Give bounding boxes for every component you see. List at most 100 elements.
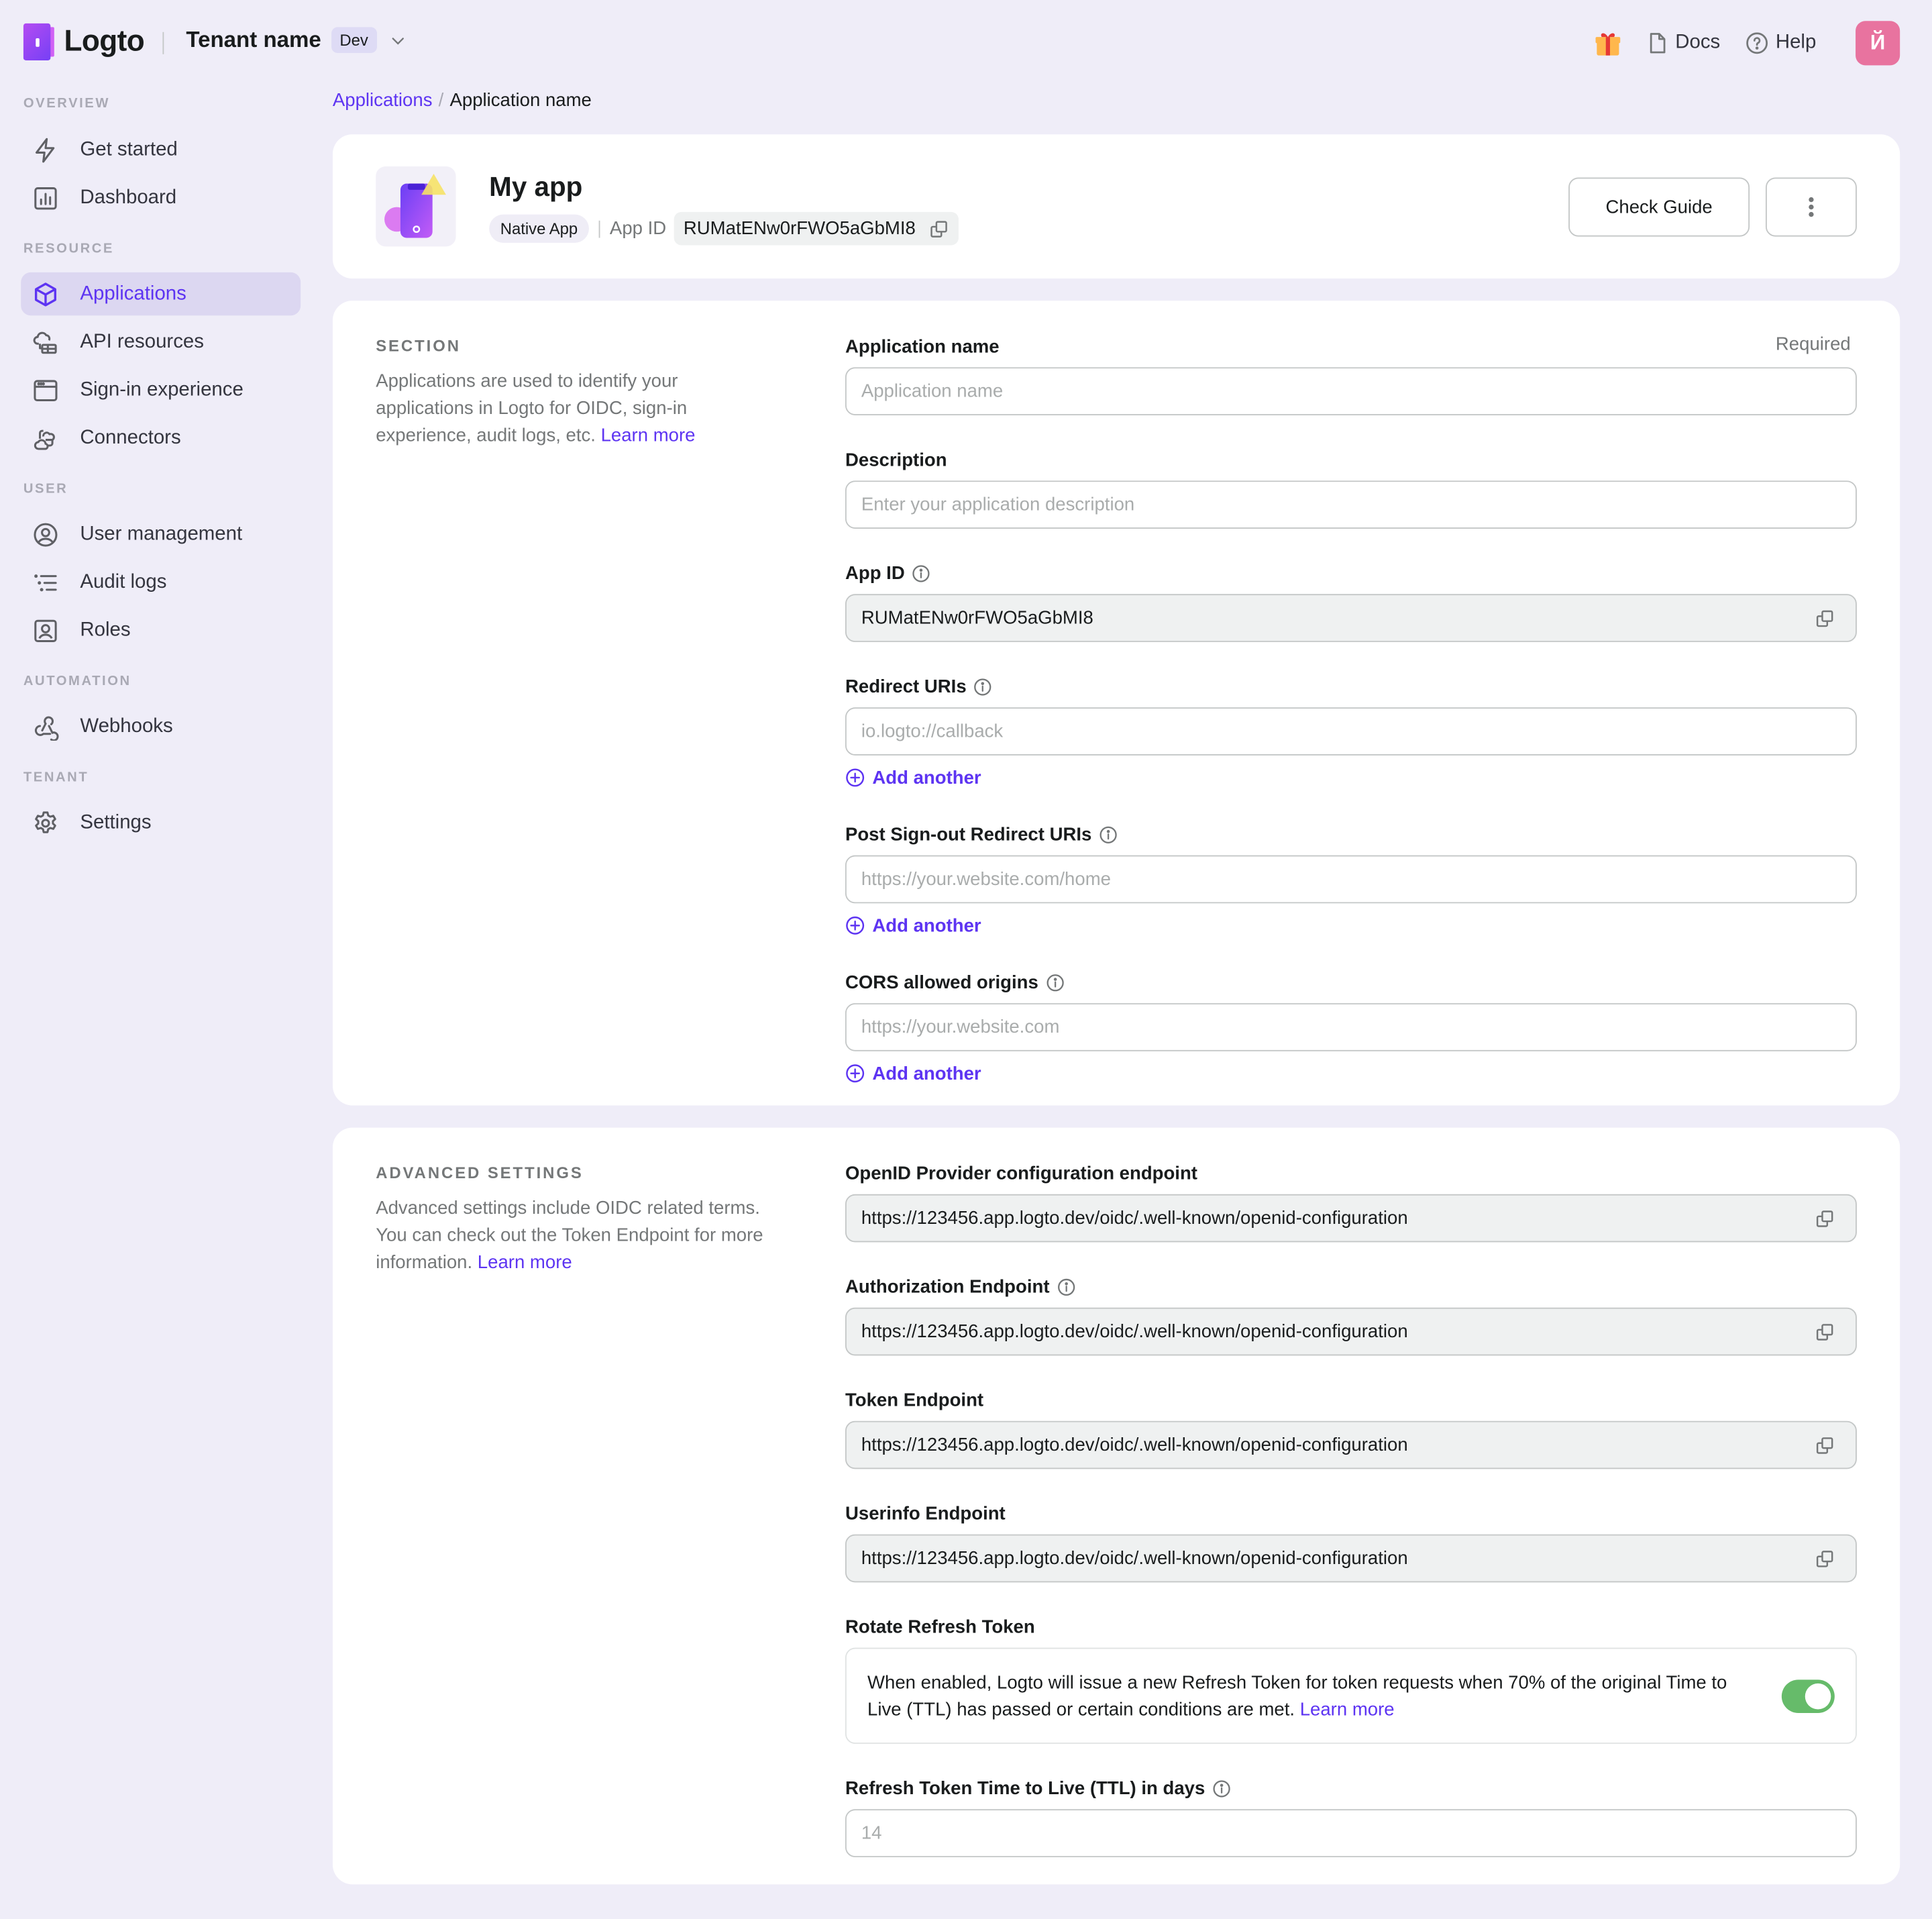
add-another-label: Add another [872, 767, 981, 788]
field-label-row: Redirect URIs [845, 674, 1857, 699]
info-icon[interactable] [1212, 1779, 1231, 1798]
sidebar-item-label: Dashboard [80, 187, 177, 208]
field-label: Application name [845, 335, 1000, 357]
description-input[interactable]: Enter your application description [845, 480, 1857, 529]
sidebar-item-settings[interactable]: Settings [21, 801, 301, 844]
info-icon[interactable] [1099, 825, 1118, 844]
app-root: Logto Tenant name Dev Docs Help Й OVERVI… [0, 0, 1932, 1918]
more-vertical-icon [1809, 197, 1814, 217]
copy-icon[interactable] [1815, 1549, 1834, 1568]
plus-circle-icon [846, 916, 865, 935]
sidebar-item-applications[interactable]: Applications [21, 272, 301, 316]
token-endpoint-field[interactable]: https://123456.app.logto.dev/oidc/.well-… [845, 1420, 1857, 1469]
info-icon[interactable] [912, 564, 931, 582]
section-title: SECTION [376, 336, 461, 355]
settings-section-info: SECTION Applications are used to identif… [376, 336, 770, 450]
sidebar-item-sign-in-experience[interactable]: Sign-in experience [21, 368, 301, 411]
docs-label: Docs [1675, 32, 1721, 53]
app-id-value: RUMatENw0rFWO5aGbMI8 [861, 607, 1093, 629]
field-label: App ID [845, 562, 905, 584]
copy-icon[interactable] [1815, 1435, 1834, 1455]
app-name-input[interactable]: Application name [845, 367, 1857, 415]
divider [598, 219, 600, 238]
sidebar-item-user-management[interactable]: User management [21, 513, 301, 556]
tenant-selector[interactable]: Tenant name Dev [186, 27, 406, 53]
main-content: Applications / Application name My app N… [332, 84, 1900, 1885]
cors-origin-input[interactable]: https://your.website.com [845, 1003, 1857, 1051]
userinfo-endpoint-field[interactable]: https://123456.app.logto.dev/oidc/.well-… [845, 1534, 1857, 1583]
logto-logo-icon [22, 23, 54, 60]
info-icon[interactable] [1046, 973, 1065, 992]
sidebar-item-webhooks[interactable]: Webhooks [21, 705, 301, 748]
sidebar-item-audit-logs[interactable]: Audit logs [21, 561, 301, 604]
redirect-uri-input[interactable]: io.logto://callback [845, 707, 1857, 756]
sidebar-item-label: Connectors [80, 427, 181, 448]
field-app-id: App ID RUMatENw0rFWO5aGbMI8 [845, 561, 1857, 642]
openid-config-field[interactable]: https://123456.app.logto.dev/oidc/.well-… [845, 1194, 1857, 1243]
connectors-icon [34, 429, 55, 450]
field-label-row: App ID [845, 561, 1857, 586]
sidebar-item-roles[interactable]: Roles [21, 609, 301, 652]
field-cors-origins: CORS allowed origins https://your.websit… [845, 970, 1857, 1084]
sidebar-item-api-resources[interactable]: API resources [21, 321, 301, 364]
breadcrumb-applications-link[interactable]: Applications [333, 89, 433, 110]
info-icon[interactable] [1057, 1278, 1076, 1296]
field-token-endpoint: Token Endpoint https://123456.app.logto.… [845, 1388, 1857, 1469]
plus-circle-icon [846, 1064, 865, 1083]
nav-group-automation: AUTOMATION [23, 674, 131, 689]
sidebar-item-get-started[interactable]: Get started [21, 128, 301, 171]
add-cors-origin-button[interactable]: Add another [845, 1062, 1857, 1084]
sidebar-item-connectors[interactable]: Connectors [21, 417, 301, 460]
list-icon [34, 574, 57, 591]
endpoint-value: https://123456.app.logto.dev/oidc/.well-… [861, 1434, 1408, 1456]
info-icon[interactable] [974, 677, 993, 696]
post-signout-uri-input[interactable]: https://your.website.com/home [845, 855, 1857, 904]
field-label: OpenID Provider configuration endpoint [845, 1162, 1197, 1184]
sidebar-item-dashboard[interactable]: Dashboard [21, 176, 301, 219]
rotate-refresh-toggle[interactable] [1781, 1679, 1835, 1714]
learn-more-link[interactable]: Learn more [478, 1252, 572, 1273]
learn-more-link[interactable]: Learn more [1300, 1700, 1395, 1720]
gift-icon[interactable] [1593, 28, 1622, 58]
advanced-fields: OpenID Provider configuration endpoint h… [845, 1161, 1857, 1857]
refresh-ttl-input[interactable]: 14 [845, 1809, 1857, 1857]
endpoint-value: https://123456.app.logto.dev/oidc/.well-… [861, 1320, 1408, 1343]
authorization-endpoint-field[interactable]: https://123456.app.logto.dev/oidc/.well-… [845, 1307, 1857, 1356]
cloud-api-icon [33, 331, 57, 354]
help-link[interactable]: Help [1745, 31, 1816, 56]
field-post-signout-uris: Post Sign-out Redirect URIs https://your… [845, 822, 1857, 937]
advanced-settings-card: ADVANCED SETTINGS Advanced settings incl… [332, 1127, 1900, 1885]
user-avatar[interactable]: Й [1856, 21, 1900, 66]
document-icon [1650, 33, 1665, 54]
add-redirect-uri-button[interactable]: Add another [845, 766, 1857, 788]
nav-group-resource: RESOURCE [23, 241, 114, 257]
docs-link[interactable]: Docs [1644, 31, 1720, 56]
logo[interactable]: Logto [22, 23, 145, 60]
field-label: Redirect URIs [845, 676, 967, 697]
add-post-signout-uri-button[interactable]: Add another [845, 915, 1857, 937]
field-app-name: Application name Required Application na… [845, 334, 1857, 415]
learn-more-link[interactable]: Learn more [601, 425, 696, 446]
sidebar-item-label: Roles [80, 619, 131, 641]
toggle-knob [1805, 1683, 1831, 1710]
app-id-field[interactable]: RUMatENw0rFWO5aGbMI8 [845, 594, 1857, 642]
copy-icon[interactable] [1815, 608, 1834, 627]
nav-group-overview: OVERVIEW [23, 96, 111, 111]
more-options-button[interactable] [1765, 177, 1857, 237]
copy-icon[interactable] [1815, 1208, 1834, 1228]
sidebar-item-label: Sign-in experience [80, 378, 244, 401]
copy-icon[interactable] [929, 219, 949, 238]
field-refresh-ttl: Refresh Token Time to Live (TTL) in days… [845, 1776, 1857, 1857]
field-label-row: Refresh Token Time to Live (TTL) in days [845, 1776, 1857, 1801]
app-meta: Native App App ID RUMatENw0rFWO5aGbMI8 [489, 211, 959, 246]
breadcrumb-current: Application name [449, 89, 592, 111]
tenant-env-badge: Dev [331, 27, 377, 53]
app-id-chip: RUMatENw0rFWO5aGbMI8 [674, 211, 959, 246]
check-guide-button[interactable]: Check Guide [1568, 177, 1750, 237]
copy-icon[interactable] [1815, 1322, 1834, 1341]
top-bar: Logto Tenant name Dev Docs Help Й [0, 0, 1932, 84]
sidebar-item-label: Webhooks [80, 715, 173, 737]
field-label: Userinfo Endpoint [845, 1502, 1006, 1524]
settings-fields: Application name Required Application na… [845, 334, 1857, 1085]
divider [162, 32, 164, 54]
